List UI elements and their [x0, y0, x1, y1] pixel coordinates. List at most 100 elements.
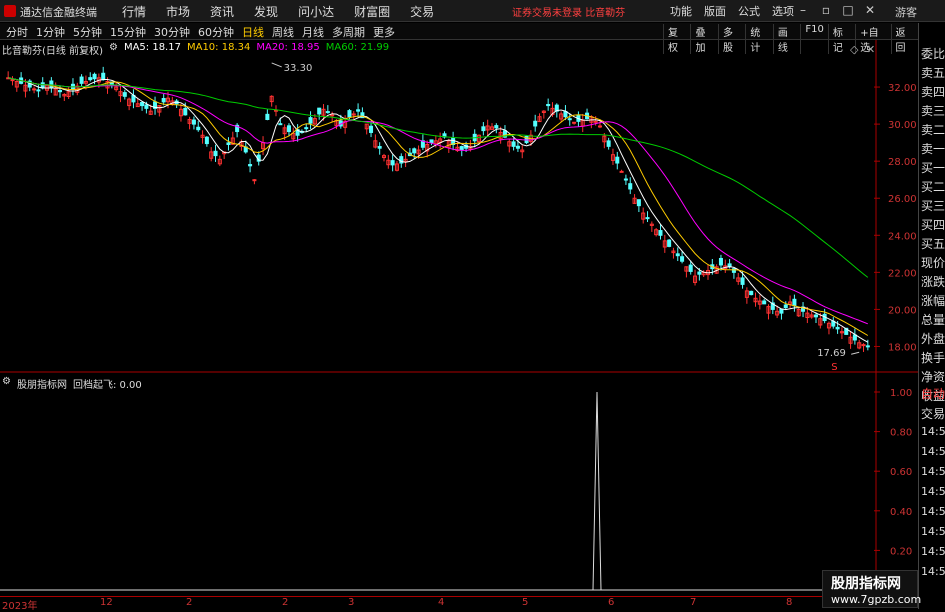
- candle-body: [356, 109, 361, 112]
- candle-body: [835, 326, 840, 330]
- y-tick-label: 18.00: [888, 342, 917, 353]
- candle-body: [783, 304, 788, 309]
- quote-field-label: 卖三: [921, 104, 945, 118]
- quote-field-label: 买四: [921, 218, 945, 232]
- panel-tab[interactable]: 自动: [921, 385, 945, 402]
- candle-body: [57, 90, 63, 93]
- sub-y-tick-label: 1.00: [890, 388, 912, 399]
- quote-field-label: 总量: [921, 313, 945, 327]
- candle-body: [645, 217, 650, 220]
- sub-y-tick-label: 0.40: [890, 507, 912, 518]
- candle-body: [615, 156, 620, 164]
- trade-time: 14:56: [921, 565, 945, 578]
- candle-body: [308, 117, 313, 124]
- y-tick-label: 28.00: [888, 157, 917, 168]
- ma5-line: [8, 77, 869, 343]
- ma10-line: [8, 77, 869, 336]
- quote-field-label: 委比: [921, 47, 945, 61]
- candle-body: [688, 264, 693, 272]
- high-marker-label: 33.30: [284, 63, 313, 74]
- x-tick: 6: [608, 597, 615, 608]
- candle-body: [10, 79, 15, 82]
- x-tick: 2: [186, 597, 193, 608]
- y-tick-label: 26.00: [888, 194, 917, 205]
- candle-body: [369, 125, 374, 133]
- indicator-group: [0, 391, 874, 591]
- quote-field-label: 卖五: [921, 66, 945, 80]
- quote-field-label: 卖四: [921, 85, 945, 99]
- watermark-url: www.7gpzb.com: [831, 593, 922, 606]
- candle-body: [79, 76, 84, 84]
- y-tick-label: 22.00: [888, 268, 917, 279]
- quote-field-label: 买三: [921, 199, 945, 213]
- candle-body: [390, 160, 395, 166]
- candle-body: [865, 345, 870, 348]
- x-tick: 7: [690, 597, 697, 608]
- sub-y-tick-label: 0.60: [890, 467, 912, 478]
- sub-y-tick-label: 0.20: [890, 546, 912, 557]
- ma20-line: [8, 77, 868, 325]
- quote-field-label: 买五: [921, 237, 945, 251]
- candle-body: [740, 277, 745, 285]
- price-chart[interactable]: 32.00 30.00 28.00 26.00 24.00 22.00 20.00 18.00…: [0, 0, 918, 596]
- low-marker-label: 17.69: [817, 348, 846, 359]
- candle-body: [191, 119, 196, 125]
- candle-body: [619, 170, 624, 173]
- candle-body: [680, 256, 685, 262]
- sell-marker-label: S: [831, 362, 837, 373]
- candle-body: [749, 290, 754, 296]
- candle-body: [101, 72, 106, 81]
- candle-body: [675, 253, 680, 257]
- candle-body: [88, 77, 93, 81]
- candle-body: [278, 123, 283, 126]
- x-tick: 5: [522, 597, 529, 608]
- candle-body: [286, 125, 291, 133]
- candle-body: [792, 298, 797, 307]
- candle-body: [567, 118, 572, 121]
- x-tick: 12: [100, 597, 113, 608]
- candle-body: [347, 110, 352, 118]
- candle-body: [861, 344, 866, 347]
- candle-body: [636, 199, 641, 207]
- y-tick-label: 20.00: [888, 305, 917, 316]
- candle-body: [606, 140, 611, 147]
- trade-time: 14:56: [921, 425, 945, 438]
- candle-body: [813, 314, 819, 318]
- quote-field-label: 外盘: [921, 332, 945, 346]
- candle-body: [593, 120, 598, 123]
- candles-group: [6, 66, 870, 352]
- trade-time: 14:56: [921, 445, 945, 458]
- candle-body: [226, 142, 231, 146]
- panel-tab[interactable]: 交易: [921, 405, 945, 422]
- candle-body: [628, 183, 633, 190]
- candle-body: [36, 89, 41, 92]
- x-tick: 3: [348, 597, 355, 608]
- candle-body: [779, 308, 784, 314]
- x-axis: 2023年 12 2 2 3 4 5 6 7 8: [0, 596, 918, 612]
- y-tick-label: 30.00: [888, 120, 917, 131]
- trade-time: 14:56: [921, 505, 945, 518]
- trade-time: 14:56: [921, 485, 945, 498]
- quote-field-label: 卖一: [921, 142, 945, 156]
- candle-body: [731, 268, 736, 273]
- x-tick: 8: [786, 597, 793, 608]
- y-tick-label: 24.00: [888, 231, 917, 242]
- candle-body: [92, 73, 97, 80]
- x-tick: 2: [282, 597, 289, 608]
- candle-body: [597, 125, 603, 128]
- sub-y-tick-label: 0.80: [890, 428, 912, 439]
- watermark: 股朋指标网 www.7gpzb.com: [822, 570, 922, 608]
- candle-body: [161, 98, 166, 103]
- candle-body: [533, 120, 538, 127]
- sub-y-ticks: 1.00 0.80 0.60 0.40 0.20: [874, 388, 912, 557]
- candle-body: [494, 125, 499, 129]
- quote-side-panel: 委比 卖五 卖四 卖三 卖二 卖一 买一 买二 买三 买四 买五 现价 涨跌 涨幅 总量 外盘 换手 净资 收益 自动…: [918, 23, 945, 609]
- candle-body: [248, 164, 253, 167]
- candle-body: [377, 146, 382, 149]
- candle-body: [852, 334, 857, 341]
- candle-body: [144, 104, 149, 109]
- candle-body: [196, 126, 201, 131]
- ma-lines-group: [8, 77, 869, 343]
- quote-field-label: 现价: [921, 256, 945, 270]
- candle-body: [718, 257, 723, 266]
